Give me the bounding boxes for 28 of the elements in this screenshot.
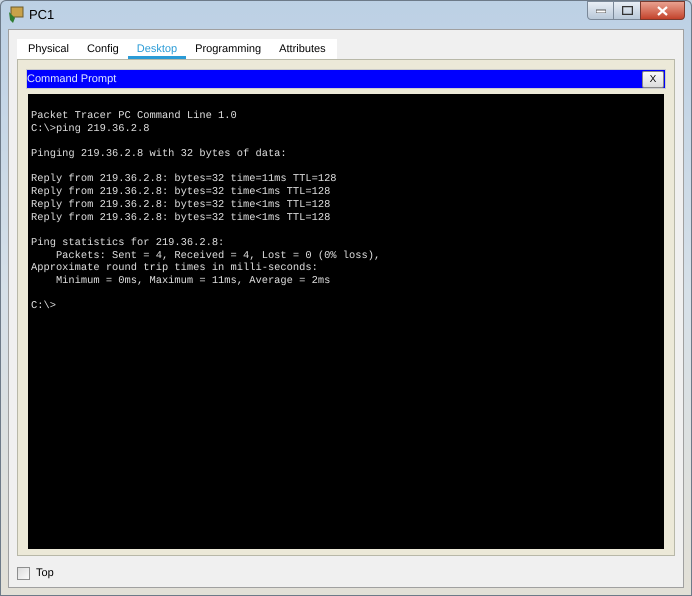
- terminal-line: Packets: Sent = 4, Received = 4, Lost = 0 (0% loss),: [54, 250, 380, 262]
- close-button[interactable]: [640, 1, 685, 20]
- terminal-line: Reply from 219.36.2.8: bytes=32 time=11ms TTL=128: [31, 173, 337, 186]
- pc-icon: [7, 6, 25, 24]
- terminal-line: Reply from 219.36.2.8: bytes=32 time<1ms TTL=128: [31, 212, 330, 224]
- terminal-line: Minimum = 0ms, Maximum = 11ms, Average = 2ms: [54, 275, 330, 288]
- tab[interactable]: Attributes: [270, 39, 335, 59]
- terminal-line: Ping statistics for 219.36.2.8:: [31, 236, 224, 250]
- tab[interactable]: Config: [78, 39, 128, 59]
- close-icon: [657, 6, 668, 16]
- maximize-button[interactable]: [614, 1, 640, 20]
- window-title: PC1: [29, 6, 54, 24]
- terminal-line: Reply from 219.36.2.8: bytes=32 time<1ms TTL=128: [31, 198, 330, 212]
- checkbox[interactable]: [17, 566, 30, 580]
- terminal-line: Pinging 219.36.2.8 with 32 bytes of data:: [31, 148, 287, 161]
- checkbox-label: Top: [36, 566, 54, 581]
- minimize-button[interactable]: [587, 1, 614, 20]
- terminal-line: Approximate round trip times in milli-seconds:: [31, 262, 318, 276]
- tab[interactable]: Physical: [19, 39, 78, 59]
- close-button[interactable]: X: [642, 70, 664, 88]
- terminal-line: C:\>ping 219.36.2.8: [31, 122, 150, 136]
- command-prompt-title: Command Prompt: [27, 72, 116, 87]
- maximize-icon: [622, 6, 632, 15]
- tab[interactable]: Programming: [186, 39, 270, 59]
- minimize-icon: [596, 8, 606, 12]
- terminal-line: C:\>: [31, 300, 56, 314]
- terminal-line: Packet Tracer PC Command Line 1.0: [31, 110, 237, 123]
- terminal-line: Reply from 219.36.2.8: bytes=32 time<1ms TTL=128: [31, 186, 330, 199]
